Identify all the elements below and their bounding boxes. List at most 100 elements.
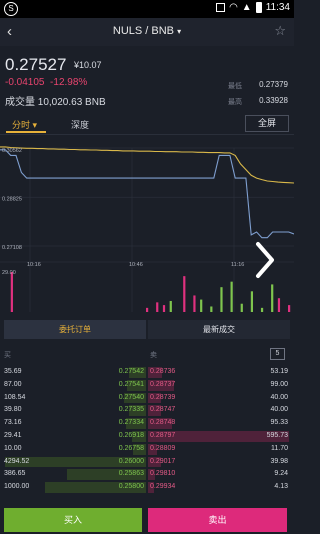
depth-selector[interactable]: 5 [270,348,285,360]
tab-depth[interactable]: 深度 [71,118,89,131]
ask-price: 0.28797 [150,431,176,439]
ask-amount: 40.00 [270,406,288,414]
signal-icon: ▲ [241,2,252,13]
x-tick-label: 10:46 [129,262,143,268]
orderbook-row[interactable]: 39.80 0.27335 0.28747 40.00 [0,404,294,417]
ask-price: 0.29810 [150,470,176,478]
bid-price: 0.27542 [118,368,144,375]
battery-icon [255,2,262,13]
bid-price: 0.26000 [118,457,144,465]
screenshot-icon [216,3,226,12]
bid-price: 0.27334 [118,419,144,427]
tab-order-book[interactable]: 委托订单 [4,320,146,339]
bid-amount: 73.16 [4,419,22,427]
bid-amount: 4294.52 [4,457,30,465]
fullscreen-button[interactable]: 全屏 [245,115,289,132]
ask-price: 0.28736 [150,368,176,375]
nav-bar: ‹ NULS / BNB ▾ ☆ [0,18,294,46]
bid-amount: 29.41 [4,431,22,439]
orderbook-row[interactable]: 73.16 0.27334 0.28748 95.33 [0,417,294,430]
ask-amount: 595.73 [266,431,288,439]
bid-amount: 39.80 [4,406,22,414]
pair-title: NULS / BNB [112,25,175,37]
change-abs: -0.04105 [5,77,45,88]
volume-bar [271,284,274,312]
y-tick-label: 0.30562 [2,148,22,154]
volume-bar [210,306,213,312]
status-bar: S ◠ ▲ 11:34 [0,0,294,18]
orderbook-row[interactable]: 386.65 0.25863 0.29810 9.24 [0,468,294,481]
bid-price: 0.26758 [118,444,144,452]
volume-bar [240,303,243,312]
high-value: 0.33928 [259,96,288,105]
ask-price: 0.28739 [150,393,176,401]
ask-price: 0.29017 [150,457,176,465]
x-tick-label: 10:16 [27,262,41,268]
volume-bar [277,298,281,312]
tab-time-label: 分时 [12,120,31,130]
volume: 成交量 10,020.63 BNB [5,93,106,108]
chart-grid [0,147,294,312]
ask-amount: 95.33 [270,419,288,427]
volume-bar [146,307,149,312]
ask-amount: 39.98 [270,457,288,465]
ask-price: 0.28747 [150,406,176,414]
bid-price: 0.25863 [118,470,144,478]
orderbook-header: 买 卖 5 [0,347,294,363]
cny-price: ¥10.07 [74,60,102,70]
orderbook-row[interactable]: 108.54 0.27540 0.28739 40.00 [0,392,294,405]
ask-amount: 53.19 [270,368,288,375]
orderbook-row[interactable]: 10.00 0.26758 0.28809 11.70 [0,443,294,456]
buy-column-label: 买 [4,352,11,359]
series-line-price [0,149,294,239]
chart-labels: 0.30562 0.28825 0.27108 10:16 10:46 11:16 29.0… [2,148,244,276]
pair-selector[interactable]: NULS / BNB ▾ [0,25,294,37]
tab-latest-trades[interactable]: 最新成交 [148,320,290,339]
bid-price: 0.27541 [118,380,144,388]
volume-bar [250,291,254,312]
price-summary: 0.27527 ¥10.07 -0.04105 -12.98% 成交量 10,0… [0,46,294,110]
chevron-down-icon: ▾ [32,120,38,130]
clock: 11:34 [265,2,290,13]
ask-amount: 99.00 [270,380,288,388]
high-label: 最高 [228,99,242,106]
orderbook-row[interactable]: 1000.00 0.25800 0.29934 4.13 [0,481,294,494]
bid-amount: 10.00 [4,444,22,452]
tab-time-sharing[interactable]: 分时 ▾ [6,115,46,133]
volume-bar [200,299,203,312]
ask-price: 0.29934 [150,483,176,491]
chevron-right-icon[interactable] [254,240,276,280]
price-chart[interactable]: 0.30562 0.28825 0.27108 10:16 10:46 11:16 29.0… [0,136,294,314]
volume-bar [10,272,13,312]
orderbook-row[interactable]: 87.00 0.27541 0.28737 99.00 [0,379,294,392]
orderbook: 35.69 0.27542 0.28736 53.19 87.00 0.27541 0.28… [0,366,294,494]
low-value: 0.27379 [259,80,288,89]
y-tick-label: 0.28825 [2,196,22,202]
volume-label: 成交量 [5,97,35,108]
ask-amount: 40.00 [270,393,288,401]
bid-price: 0.26918 [118,431,144,439]
chart-lines [0,146,294,239]
volume-bars [10,272,291,312]
chart-tabs: 分时 ▾ 深度 全屏 [0,113,294,135]
orderbook-row[interactable]: 4294.52 0.26000 0.29017 39.98 [0,456,294,469]
buy-button[interactable]: 买入 [4,508,142,532]
sell-column-label: 卖 [150,352,157,359]
bid-amount: 1000.00 [4,483,30,491]
volume-bar [288,305,291,312]
ask-amount: 9.24 [274,470,288,478]
volume-bar [260,307,264,312]
ask-price: 0.28737 [150,380,176,388]
chevron-down-icon: ▾ [177,27,182,36]
favorite-star-icon[interactable]: ☆ [274,23,286,39]
orderbook-row[interactable]: 29.41 0.26918 0.28797 595.73 [0,430,294,443]
wifi-icon: ◠ [229,2,238,13]
order-tabs: 委托订单 最新成交 [4,320,290,339]
y-tick-label: 0.27108 [2,245,22,251]
app-notification-icon: S [4,2,18,16]
sell-button[interactable]: 卖出 [148,508,287,532]
ask-amount: 11.70 [271,444,288,452]
bid-amount: 108.54 [4,393,26,401]
orderbook-row[interactable]: 35.69 0.27542 0.28736 53.19 [0,366,294,379]
status-icons: ◠ ▲ 11:34 [216,2,290,13]
